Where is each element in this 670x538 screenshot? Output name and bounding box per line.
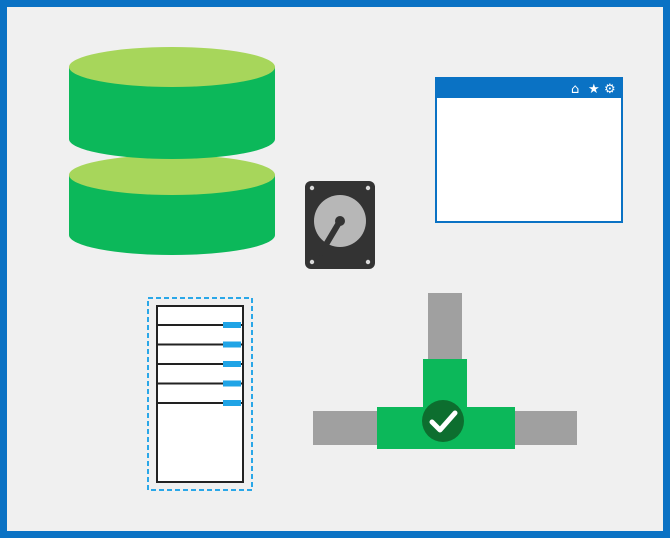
database-icon — [67, 47, 277, 257]
browser-window-icon: ⌂ ★ ⚙ — [435, 77, 623, 223]
drive-led-indicator — [223, 341, 241, 348]
star-icon: ★ — [588, 82, 600, 97]
check-circle-icon — [422, 400, 464, 442]
drive-led-indicator — [223, 400, 241, 406]
drive-led-indicator — [223, 361, 241, 367]
drive-led-indicator — [223, 322, 241, 328]
pipe-tee-icon — [313, 293, 577, 453]
drive-led-indicator — [223, 380, 241, 387]
server-rack-icon — [147, 297, 253, 491]
gear-icon: ⚙ — [604, 82, 616, 97]
home-icon: ⌂ — [571, 82, 579, 97]
diagram-canvas: ⌂ ★ ⚙ — [0, 0, 670, 538]
hard-disk-icon — [305, 181, 375, 269]
